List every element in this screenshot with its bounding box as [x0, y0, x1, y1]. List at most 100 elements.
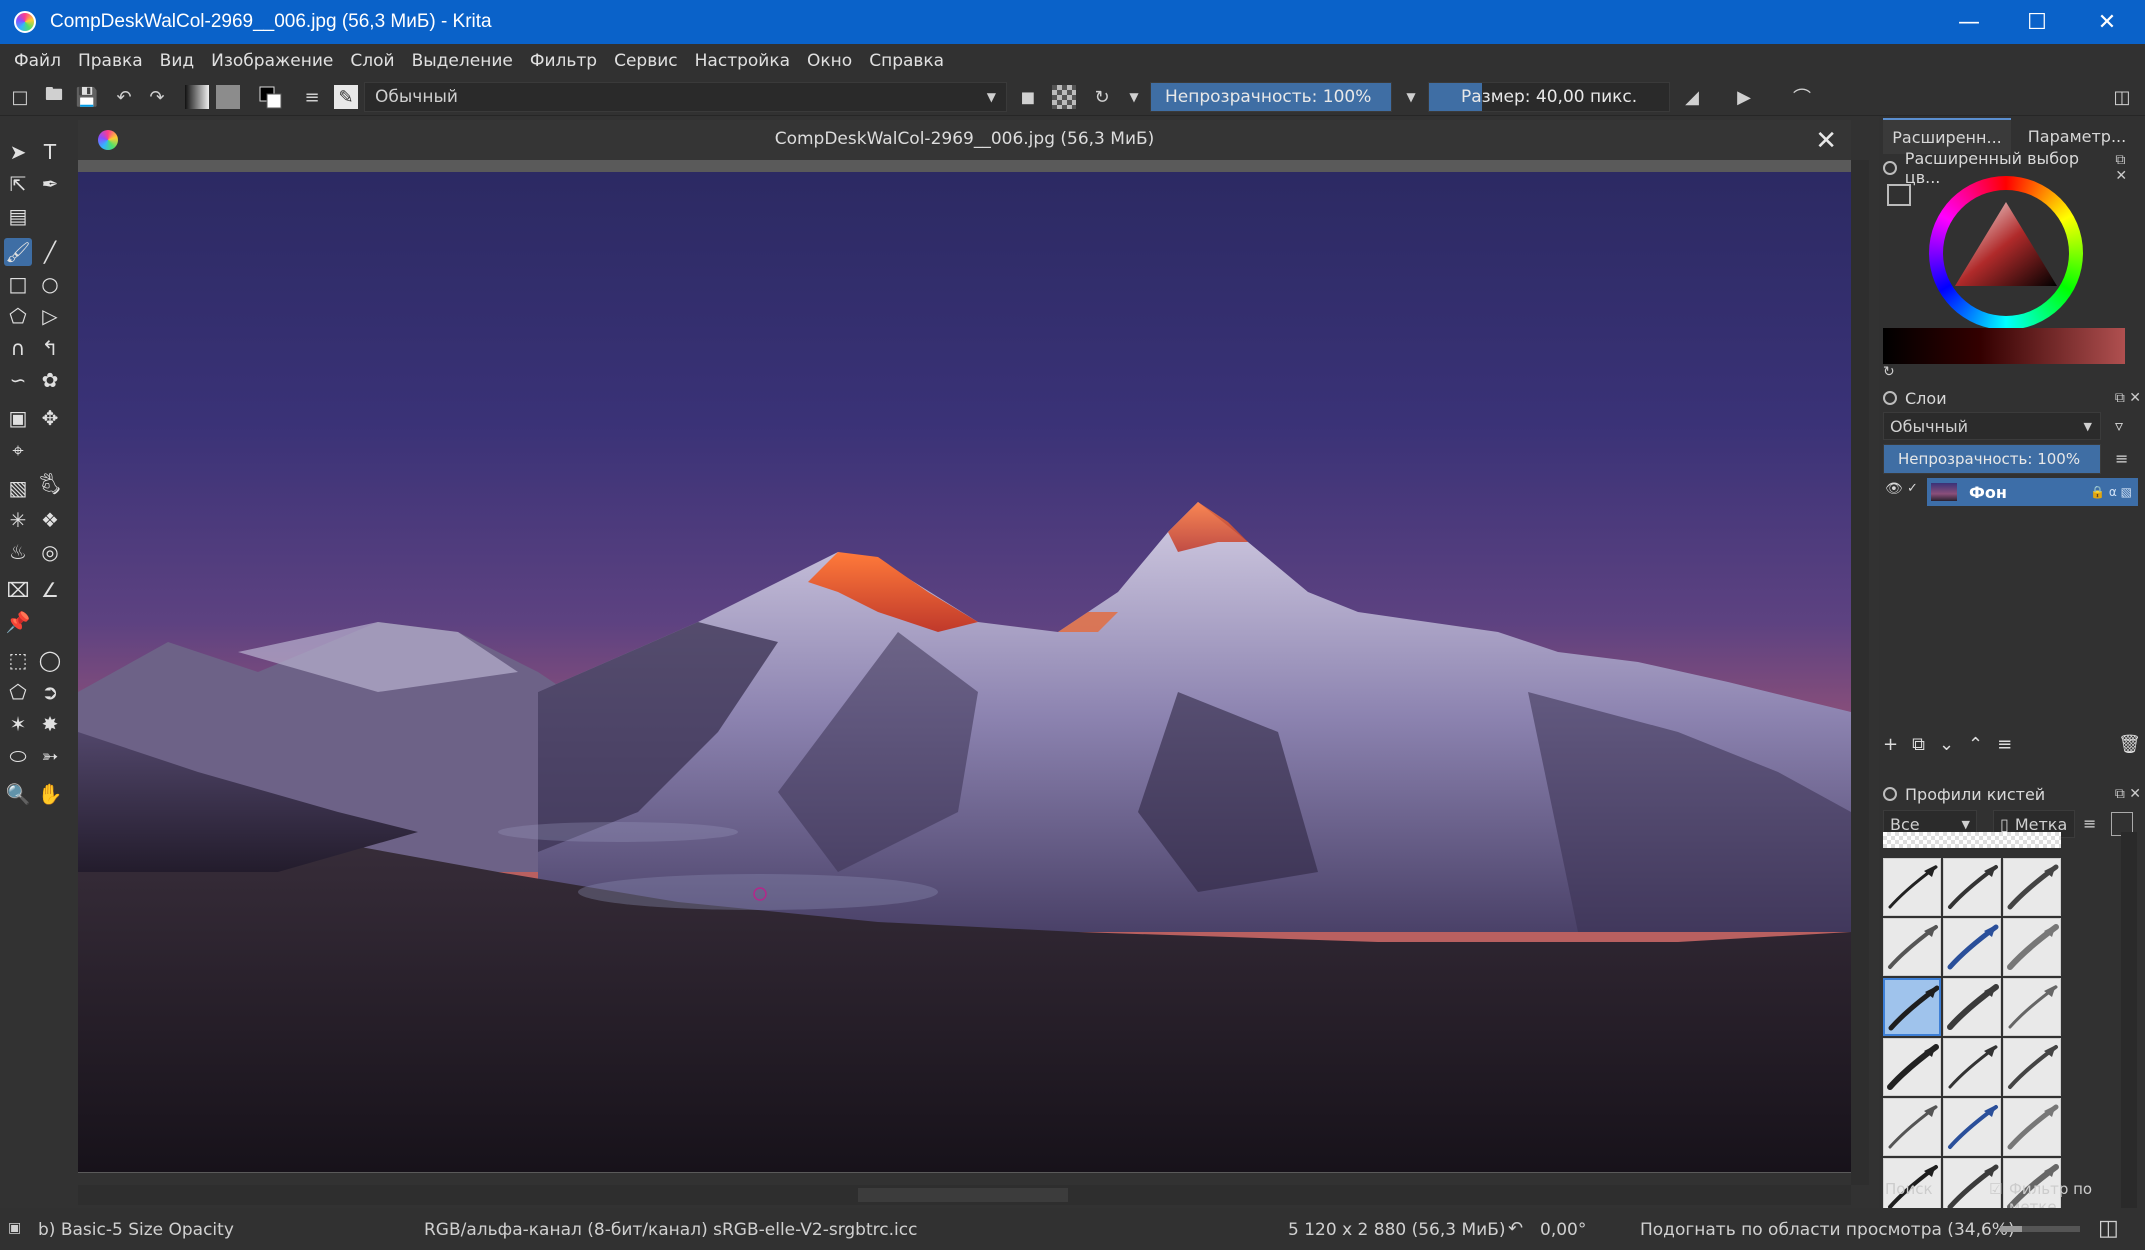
brush-preset-item[interactable] [1943, 858, 2001, 916]
duplicate-layer-icon[interactable]: ⧉ [1912, 734, 1925, 755]
status-zoom[interactable]: Подогнать по области просмотра (34,6%) [1640, 1220, 2015, 1240]
layer-row[interactable]: Фон 🔒 α ▧ [1927, 478, 2138, 506]
color-wheel[interactable] [1929, 176, 2083, 330]
minimize-button[interactable]: — [1937, 0, 2001, 44]
zoom-slider[interactable] [2000, 1226, 2080, 1232]
bezier-select-icon[interactable]: ⬭ [4, 742, 32, 770]
menu-window[interactable]: Окно [807, 51, 852, 71]
delete-layer-icon[interactable]: 🗑 [2118, 734, 2141, 755]
brush-preset-item[interactable] [1883, 1098, 1941, 1156]
measure-tool-icon[interactable]: ∠ [36, 576, 64, 604]
move-layer-up-icon[interactable]: ⌃ [1968, 734, 1983, 755]
brush-preset-item[interactable] [1883, 858, 1941, 916]
ellipse-tool-icon[interactable]: ○ [36, 270, 64, 298]
brush-preset-item[interactable] [1943, 918, 2001, 976]
menu-filter[interactable]: Фильтр [530, 51, 597, 71]
polygon-tool-icon[interactable]: ⬠ [4, 302, 32, 330]
edit-shapes-icon[interactable]: ⇱ [4, 170, 32, 198]
move-tool-icon[interactable]: ✥ [36, 404, 64, 432]
calligraphy-icon[interactable]: ✒ [36, 170, 64, 198]
rotate-icon[interactable]: ↶ [1508, 1218, 1523, 1239]
pattern-icon[interactable] [216, 85, 240, 109]
line-tool-icon[interactable]: ╱ [36, 238, 64, 266]
maximize-button[interactable]: ☐ [2005, 0, 2069, 44]
layer-menu-icon[interactable]: ≡ [2115, 449, 2128, 468]
brush-preset-item[interactable] [2003, 1038, 2061, 1096]
rect-select-icon[interactable]: ⬚ [4, 646, 32, 674]
filter-icon[interactable]: ▿ [2115, 416, 2123, 435]
status-dimensions[interactable]: 5 120 x 2 880 (56,3 МиБ) [1288, 1220, 1506, 1240]
lasso-select-icon[interactable]: ➲ [36, 678, 64, 706]
crop-tool-icon[interactable]: ⌖ [4, 436, 32, 464]
polygon-select-icon[interactable]: ⬠ [4, 678, 32, 706]
pan-tool-icon[interactable]: ✋ [36, 780, 64, 808]
menu-image[interactable]: Изображение [211, 51, 333, 71]
pan-pin-icon[interactable]: 📌 [4, 608, 32, 636]
assistant-tool-icon[interactable]: ⌧ [4, 576, 32, 604]
refresh-icon[interactable]: ↻ [1883, 364, 1895, 380]
brush-preset-item[interactable] [1943, 1098, 2001, 1156]
checkmark-icon[interactable]: ✓ [1907, 481, 1918, 496]
alpha-lock-icon[interactable] [1052, 85, 1076, 109]
mirror-horizontal-icon[interactable]: ◢ [1680, 85, 1704, 109]
fill-tool-icon[interactable]: ♨ [4, 538, 32, 566]
rectangle-tool-icon[interactable]: □ [4, 270, 32, 298]
transform-tool-icon[interactable]: ▣ [4, 404, 32, 432]
eraser-icon[interactable]: ◼ [1016, 85, 1040, 109]
brush-preset-item[interactable] [2003, 918, 2061, 976]
brush-view-icon[interactable]: ≡ [2083, 814, 2096, 833]
chevron-down-icon[interactable]: ▼ [1122, 85, 1146, 109]
menu-settings[interactable]: Настройка [695, 51, 790, 71]
fg-bg-color-icon[interactable] [258, 85, 282, 109]
color-settings-icon[interactable] [1887, 184, 1911, 206]
docker-toggle-icon[interactable]: ◫ [2110, 85, 2134, 109]
enclose-fill-icon[interactable]: ◎ [36, 538, 64, 566]
mirror-vertical-icon[interactable]: ▶ [1732, 85, 1756, 109]
status-brush-name[interactable]: b) Basic-5 Size Opacity [38, 1220, 234, 1240]
scroll-thumb[interactable] [858, 1188, 1068, 1202]
gradient-tool-icon[interactable]: ▧ [4, 474, 32, 502]
float-close-icon[interactable]: ⧉ ✕ [2115, 390, 2141, 406]
brush-preset-item[interactable] [2003, 978, 2061, 1036]
menu-select[interactable]: Выделение [412, 51, 513, 71]
similar-select-icon[interactable]: ✸ [36, 710, 64, 738]
float-close-icon[interactable]: ⧉ ✕ [2115, 152, 2141, 184]
brush-preset-item[interactable] [1883, 978, 1941, 1036]
redo-icon[interactable]: ↷ [145, 85, 169, 109]
eye-icon[interactable]: 👁 [1885, 481, 1903, 497]
brush-preset-item[interactable] [2003, 858, 2061, 916]
reference-images-icon[interactable]: ▤ [4, 202, 32, 230]
close-document-button[interactable]: ✕ [1815, 126, 1837, 156]
menu-edit[interactable]: Правка [78, 51, 143, 71]
lock-icon[interactable] [1883, 787, 1897, 801]
layer-opacity-slider[interactable]: Непрозрачность: 100% [1883, 444, 2101, 474]
brush-preset-icon[interactable]: ✎ [334, 85, 358, 109]
brush-search-input[interactable]: Поиск [1885, 1180, 1933, 1198]
freehand-brush-icon[interactable]: 🖌 [4, 238, 32, 266]
undo-icon[interactable]: ↶ [112, 85, 136, 109]
status-color-model[interactable]: RGB/альфа-канал (8-бит/канал) sRGB-elle-… [424, 1220, 917, 1240]
menu-layer[interactable]: Слой [350, 51, 394, 71]
colorize-mask-icon[interactable]: ❖ [36, 506, 64, 534]
brush-preset-item[interactable] [2003, 1098, 2061, 1156]
menu-tools[interactable]: Сервис [614, 51, 678, 71]
dynamic-brush-icon[interactable]: ∽ [4, 366, 32, 394]
new-document-icon[interactable]: □ [8, 85, 32, 109]
lock-icon[interactable] [1883, 391, 1897, 405]
reload-preset-icon[interactable]: ↻ [1090, 85, 1114, 109]
multibrush-icon[interactable]: ✿ [36, 366, 64, 394]
select-shapes-icon[interactable]: ➤ [4, 138, 32, 166]
zoom-tool-icon[interactable]: 🔍 [4, 780, 32, 808]
freehand-path-icon[interactable]: ↰ [36, 334, 64, 362]
close-window-button[interactable]: ✕ [2075, 0, 2139, 44]
brush-preset-item[interactable] [1883, 1038, 1941, 1096]
layer-properties-icon[interactable]: ≡ [1997, 734, 2012, 755]
float-close-icon[interactable]: ⧉ ✕ [2115, 786, 2141, 802]
status-rotation[interactable]: 0,00° [1540, 1220, 1586, 1240]
layer-lock-alpha-icon[interactable]: 🔒 α ▧ [2090, 485, 2132, 499]
brush-preset-item[interactable] [1883, 918, 1941, 976]
smart-patch-icon[interactable]: ✳ [4, 506, 32, 534]
ellipse-select-icon[interactable]: ◯ [36, 646, 64, 674]
menu-file[interactable]: Файл [14, 51, 61, 71]
color-picker-icon[interactable]: 🖏 [36, 473, 64, 502]
